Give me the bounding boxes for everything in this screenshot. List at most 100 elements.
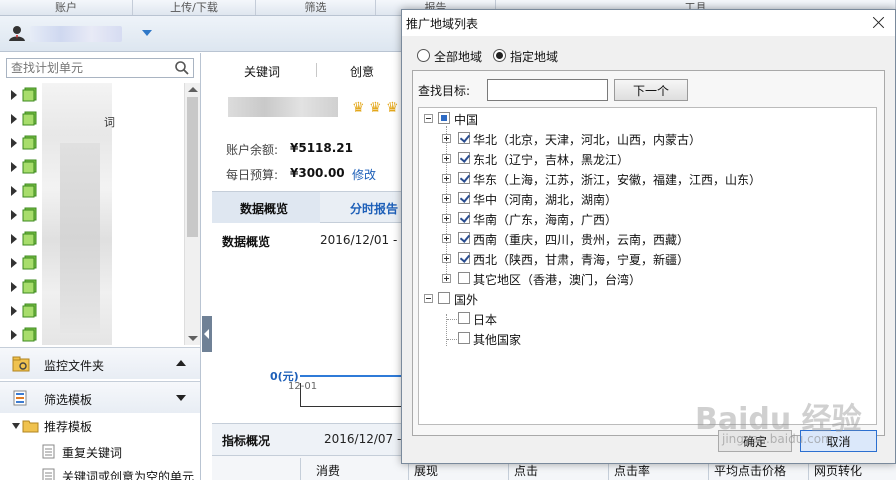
column-divider bbox=[300, 458, 301, 480]
tab-creative[interactable]: 创意 bbox=[350, 63, 374, 80]
expand-arrow-icon[interactable] bbox=[11, 210, 17, 220]
template-item[interactable]: 重复关键词 bbox=[0, 441, 200, 463]
radio-all-regions-label[interactable]: 全部地域 bbox=[434, 48, 482, 65]
scroll-up-icon[interactable] bbox=[188, 87, 198, 92]
region-checkbox-huanan[interactable] bbox=[458, 212, 470, 224]
col-conversion[interactable]: 网页转化 bbox=[814, 462, 862, 479]
radio-specified-regions-label[interactable]: 指定地域 bbox=[510, 48, 558, 65]
menu-upload-download[interactable]: 上传/下载 bbox=[133, 0, 256, 15]
region-checkbox-other[interactable] bbox=[458, 272, 470, 284]
region-label: 西北（陕西，甘肃，青海，宁夏，新疆） bbox=[473, 253, 690, 267]
region-checkbox-xinan[interactable] bbox=[458, 232, 470, 244]
region-checkbox-dongbei[interactable] bbox=[458, 152, 470, 164]
expand-arrow-icon[interactable] bbox=[11, 330, 17, 340]
expand-arrow-icon[interactable] bbox=[11, 162, 17, 172]
region-label: 华东（上海，江苏，浙江，安徽，福建，江西，山东） bbox=[473, 173, 762, 187]
expand-region-icon[interactable] bbox=[442, 274, 451, 283]
expand-region-icon[interactable] bbox=[442, 134, 451, 143]
dialog-title-bar[interactable]: 推广地域列表 bbox=[402, 10, 895, 36]
edit-budget-link[interactable]: 修改 bbox=[352, 166, 376, 183]
region-checkbox-xibei[interactable] bbox=[458, 252, 470, 264]
country-label: 日本 bbox=[473, 313, 498, 327]
chart-series-line bbox=[300, 375, 410, 377]
budget-label: 每日预算: bbox=[226, 168, 279, 182]
indicator-title: 指标概况 bbox=[222, 434, 271, 448]
rank-star-icon: ♛ bbox=[352, 100, 365, 116]
foreign-checkbox[interactable] bbox=[438, 292, 450, 304]
collapse-foreign-icon[interactable] bbox=[424, 294, 433, 303]
region-label: 东北（辽宁，吉林，黑龙江） bbox=[473, 153, 630, 167]
plan-folder-icon bbox=[22, 279, 37, 294]
plan-search-input[interactable] bbox=[7, 59, 171, 77]
tab-data-overview[interactable]: 数据概览 bbox=[240, 200, 288, 217]
watermark-url: jingyan.baidu.com bbox=[722, 432, 833, 446]
region-checkbox-huabei[interactable] bbox=[458, 132, 470, 144]
plan-search-box[interactable] bbox=[6, 58, 194, 78]
collapse-left-icon[interactable] bbox=[204, 329, 209, 339]
expand-region-icon[interactable] bbox=[442, 254, 451, 263]
folder-open-icon bbox=[22, 420, 39, 433]
expand-arrow-icon[interactable] bbox=[11, 114, 17, 124]
plan-names-blurred bbox=[60, 143, 100, 333]
expand-region-icon[interactable] bbox=[442, 174, 451, 183]
expand-arrow-icon[interactable] bbox=[11, 258, 17, 268]
china-checkbox[interactable] bbox=[438, 112, 450, 124]
collapse-china-icon[interactable] bbox=[424, 114, 433, 123]
expand-arrow-icon[interactable] bbox=[11, 306, 17, 316]
menu-filter[interactable]: 筛选 bbox=[256, 0, 376, 15]
tab-hourly-report[interactable]: 分时报告 bbox=[350, 200, 398, 217]
recommended-template-node[interactable]: 推荐模板 bbox=[0, 415, 200, 437]
panel-splitter[interactable] bbox=[202, 316, 212, 352]
account-dropdown-icon[interactable] bbox=[142, 30, 152, 36]
monitor-folder-label: 监控文件夹 bbox=[44, 359, 105, 373]
expand-arrow-icon[interactable] bbox=[11, 282, 17, 292]
expand-arrow-icon[interactable] bbox=[11, 186, 17, 196]
expand-region-icon[interactable] bbox=[442, 154, 451, 163]
expand-arrow-icon[interactable] bbox=[11, 234, 17, 244]
region-label: 华南（广东，海南，广西） bbox=[473, 213, 618, 227]
col-avg-cpc[interactable]: 平均点击价格 bbox=[714, 462, 786, 479]
expand-arrow-icon[interactable] bbox=[11, 90, 17, 100]
plan-folder-icon bbox=[22, 135, 37, 150]
expanded-arrow-icon[interactable] bbox=[12, 423, 20, 429]
indicator-date-range[interactable]: 2016/12/07 - bbox=[324, 432, 401, 446]
col-impressions[interactable]: 展现 bbox=[414, 462, 438, 479]
expand-region-icon[interactable] bbox=[442, 214, 451, 223]
region-label: 华中（河南，湖北，湖南） bbox=[473, 193, 618, 207]
expand-icon[interactable] bbox=[176, 395, 186, 401]
country-checkbox-other[interactable] bbox=[458, 332, 470, 344]
find-target-input[interactable] bbox=[487, 79, 608, 101]
template-item-label: 重复关键词 bbox=[62, 446, 123, 460]
country-checkbox-japan[interactable] bbox=[458, 312, 470, 324]
region-checkbox-huadong[interactable] bbox=[458, 172, 470, 184]
close-icon[interactable] bbox=[869, 13, 889, 33]
tab-keywords[interactable]: 关键词 bbox=[244, 63, 280, 80]
filter-template-label: 筛选模板 bbox=[44, 393, 93, 407]
overview-title: 数据概览 bbox=[222, 235, 271, 249]
expand-region-icon[interactable] bbox=[442, 234, 451, 243]
radio-specified-regions[interactable] bbox=[493, 49, 506, 62]
template-item[interactable]: 关键词或创意为空的单元 bbox=[0, 465, 200, 480]
scroll-thumb[interactable] bbox=[187, 97, 198, 237]
overview-date-range[interactable]: 2016/12/01 - 2 bbox=[320, 233, 409, 247]
filter-template-section[interactable]: 筛选模板 bbox=[0, 381, 200, 413]
search-icon[interactable] bbox=[174, 60, 190, 76]
expand-arrow-icon[interactable] bbox=[11, 138, 17, 148]
plan-folder-icon bbox=[22, 111, 37, 126]
find-next-button[interactable]: 下一个 bbox=[614, 79, 688, 101]
col-cost[interactable]: 消费 bbox=[316, 462, 340, 479]
dialog-title: 推广地域列表 bbox=[406, 17, 479, 31]
region-label: 其它地区（香港，澳门，台湾） bbox=[473, 273, 642, 287]
collapse-icon[interactable] bbox=[176, 360, 186, 366]
region-checkbox-huazhong[interactable] bbox=[458, 192, 470, 204]
radio-all-regions[interactable] bbox=[417, 49, 430, 62]
col-clicks[interactable]: 点击 bbox=[514, 462, 538, 479]
col-ctr[interactable]: 点击率 bbox=[614, 462, 650, 479]
plan-tree-scrollbar[interactable] bbox=[184, 83, 200, 345]
expand-region-icon[interactable] bbox=[442, 194, 451, 203]
monitor-folder-section[interactable]: 监控文件夹 bbox=[0, 347, 200, 379]
tree-connector bbox=[447, 319, 457, 320]
filter-template-icon bbox=[13, 390, 27, 406]
scroll-down-icon[interactable] bbox=[188, 336, 198, 341]
menu-account[interactable]: 账户 bbox=[0, 0, 133, 15]
